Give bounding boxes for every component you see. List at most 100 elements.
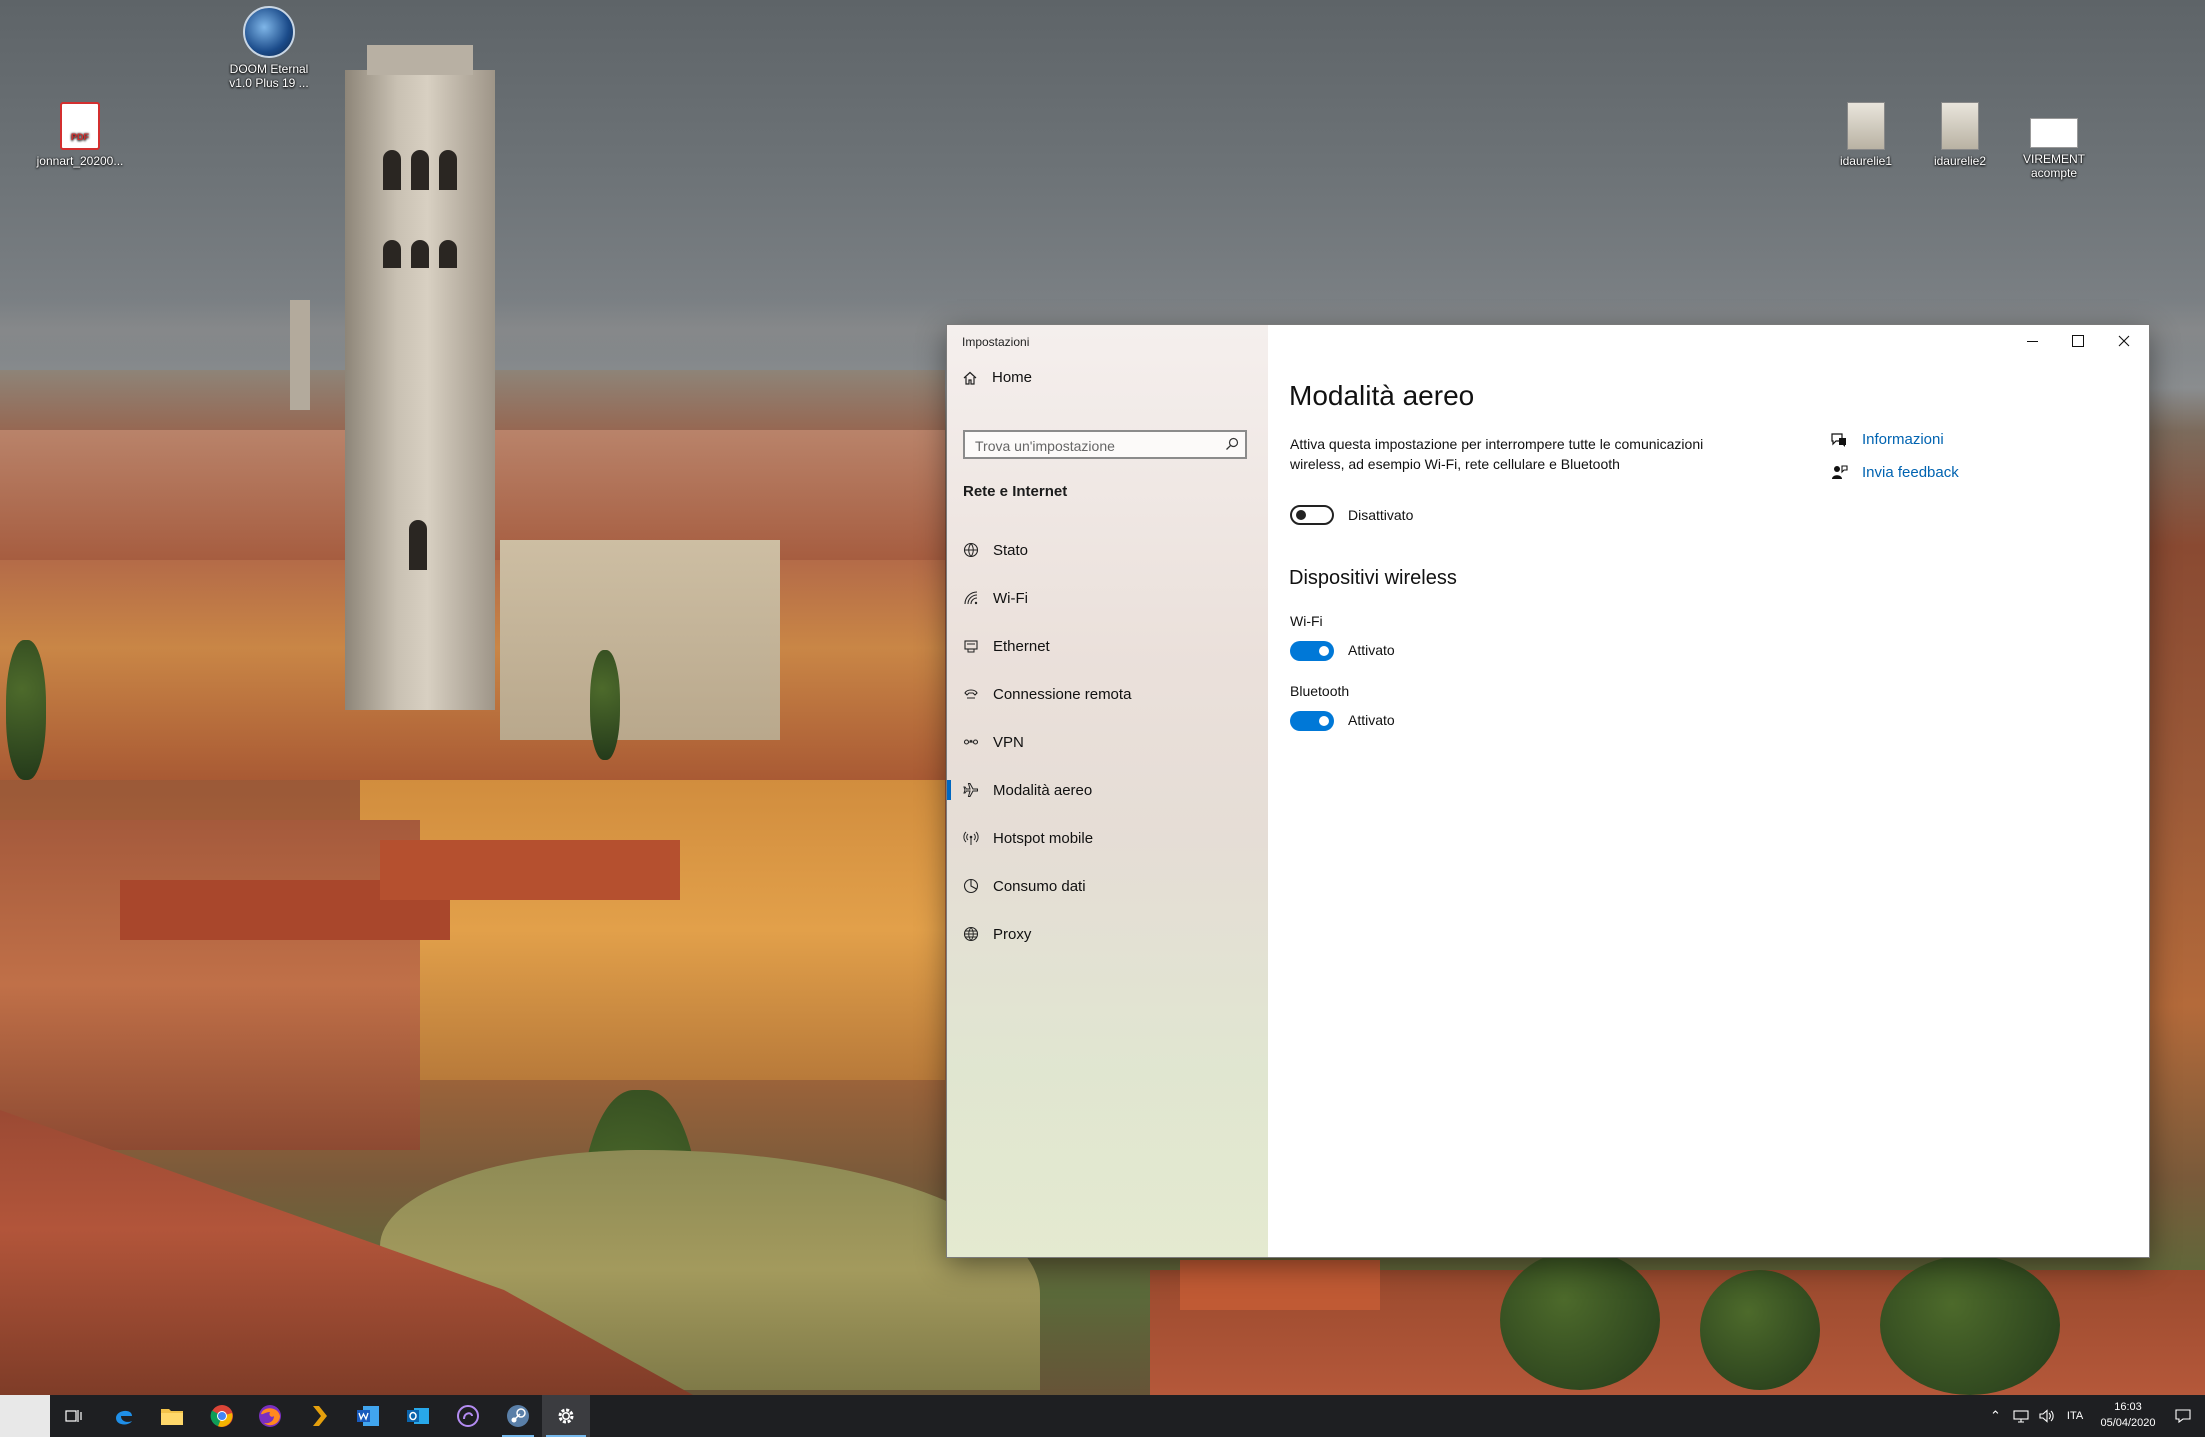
nav-item-connessione-remota[interactable]: Connessione remota — [947, 674, 1268, 714]
nav-item-label: Consumo dati — [993, 877, 1086, 895]
settings-icon — [558, 1408, 574, 1424]
airplane-toggle-label: Disattivato — [1348, 507, 1414, 523]
volume-icon[interactable] — [2039, 1409, 2055, 1423]
nav-item-label: Hotspot mobile — [993, 829, 1094, 847]
language-indicator[interactable]: ITA — [2067, 1410, 2083, 1422]
ethernet-icon — [963, 638, 979, 654]
wifi-icon — [963, 590, 979, 606]
airplane-icon — [963, 782, 979, 798]
globe-status-icon — [963, 542, 979, 558]
informazioni-label: Informazioni — [1862, 431, 1944, 448]
taskbar: ⌃ ITA 16:03 05/04/2020 — [0, 1395, 2205, 1437]
bluetooth-label: Bluetooth — [1290, 683, 1350, 699]
settings-sidebar: Impostazioni Home Rete e Internet Stato … — [947, 325, 1268, 1257]
nav-item-consumo-dati[interactable]: Consumo dati — [947, 866, 1268, 906]
word-button[interactable] — [344, 1395, 392, 1437]
airplane-mode-toggle[interactable] — [1290, 505, 1334, 525]
edge-icon — [116, 1410, 132, 1425]
firefox-button[interactable] — [246, 1395, 294, 1437]
nav-item-proxy[interactable]: Proxy — [947, 914, 1268, 954]
bluetooth-toggle[interactable] — [1290, 711, 1334, 731]
system-clock[interactable]: 16:03 05/04/2020 — [2093, 1399, 2163, 1431]
desktop-icon-label: VIREMENT acompte — [2022, 152, 2085, 180]
desktop-icon-label: DOOM Eternal v1.0 Plus 19 ... — [229, 62, 309, 90]
wireless-devices-heading: Dispositivi wireless — [1289, 567, 1457, 589]
desktop-icon-idaurelie1[interactable]: idaurelie1 — [1816, 102, 1916, 168]
nav-item-label: Stato — [993, 541, 1029, 559]
start-button[interactable] — [0, 1395, 50, 1437]
wifi-toggle-label: Attivato — [1348, 642, 1395, 658]
task-view-button[interactable] — [50, 1395, 98, 1437]
settings-content: Modalità aereo Attiva questa impostazion… — [1268, 325, 2149, 1257]
page-title: Modalità aereo — [1289, 380, 1475, 411]
file-explorer-icon — [161, 1409, 183, 1425]
nav-item-ethernet[interactable]: Ethernet — [947, 626, 1268, 666]
hotspot-icon — [963, 830, 979, 846]
chrome-icon — [210, 1405, 233, 1427]
pdf-file-icon: PDF — [60, 102, 100, 150]
nav-item-vpn[interactable]: VPN — [947, 722, 1268, 762]
desktop-icon-label: idaurelie2 — [1933, 154, 1987, 168]
image-file-icon — [1847, 102, 1885, 150]
settings-button[interactable] — [542, 1395, 590, 1437]
desktop-icon-idaurelie2[interactable]: idaurelie2 — [1910, 102, 2010, 168]
desktop-icon-label: jonnart_20200... — [36, 154, 124, 168]
toggle-knob — [1296, 510, 1306, 520]
outlook-button[interactable] — [394, 1395, 442, 1437]
file-explorer-button[interactable] — [148, 1395, 196, 1437]
chrome-button[interactable] — [198, 1395, 246, 1437]
nav-item-modalita-aereo[interactable]: Modalità aereo — [947, 770, 1268, 810]
globe-icon — [963, 926, 979, 942]
clock-date: 05/04/2020 — [2100, 1417, 2156, 1429]
plex-button[interactable] — [296, 1395, 344, 1437]
nav-item-label: VPN — [993, 733, 1024, 751]
window-title: Impostazioni — [962, 335, 1030, 349]
nav-item-label: Ethernet — [993, 637, 1050, 655]
word-icon — [357, 1406, 379, 1426]
invia-feedback-link[interactable]: Invia feedback — [1830, 456, 1959, 489]
steam-button[interactable] — [494, 1395, 542, 1437]
section-label: Rete e Internet — [963, 483, 1068, 500]
nav-item-label: Modalità aereo — [993, 781, 1093, 799]
toggle-knob — [1319, 716, 1329, 726]
app-button[interactable] — [444, 1395, 492, 1437]
search-input[interactable] — [973, 434, 1217, 457]
search-icon[interactable] — [1225, 437, 1239, 451]
outlook-icon — [407, 1408, 429, 1424]
edge-button[interactable] — [100, 1395, 148, 1437]
settings-search[interactable] — [963, 430, 1247, 459]
related-links: Informazioni Invia feedback — [1830, 423, 1959, 489]
network-icon[interactable] — [2013, 1409, 2029, 1423]
nav-home-label: Home — [992, 369, 1033, 386]
desktop-icon-doom[interactable]: DOOM Eternal v1.0 Plus 19 ... — [219, 6, 319, 90]
task-view-icon — [65, 1410, 82, 1422]
nav-item-hotspot-mobile[interactable]: Hotspot mobile — [947, 818, 1268, 858]
informazioni-link[interactable]: Informazioni — [1830, 423, 1959, 456]
tray-overflow-chevron-icon[interactable]: ⌃ — [1990, 1408, 2001, 1424]
desktop-icon-virement[interactable]: VIREMENT acompte — [2004, 106, 2104, 180]
nav-item-label: Wi-Fi — [993, 589, 1028, 607]
help-chat-icon — [1831, 432, 1846, 447]
feedback-icon — [1832, 464, 1848, 479]
nav-item-stato[interactable]: Stato — [947, 530, 1268, 570]
dialup-icon — [963, 686, 979, 702]
system-tray: ⌃ ITA — [1990, 1395, 2095, 1437]
wifi-label: Wi-Fi — [1290, 613, 1323, 629]
clock-time: 16:03 — [2114, 1401, 2142, 1413]
wifi-toggle[interactable] — [1290, 641, 1334, 661]
nav-item-wifi[interactable]: Wi-Fi — [947, 578, 1268, 618]
nav-home[interactable]: Home — [962, 369, 1032, 386]
desktop-icon-pdf[interactable]: PDF jonnart_20200... — [30, 102, 130, 168]
firefox-icon — [259, 1405, 281, 1427]
settings-window[interactable]: Impostazioni Home Rete e Internet Stato … — [947, 325, 2149, 1257]
vpn-icon — [963, 734, 979, 750]
desktop-icon-label: idaurelie1 — [1839, 154, 1893, 168]
nav-item-label: Connessione remota — [993, 685, 1132, 703]
bluetooth-toggle-label: Attivato — [1348, 712, 1395, 728]
nav-item-label: Proxy — [993, 925, 1032, 943]
data-usage-icon — [963, 878, 979, 894]
action-center-icon[interactable] — [2175, 1409, 2191, 1423]
airplane-description: Attiva questa impostazione per interromp… — [1290, 436, 1704, 472]
plex-icon — [313, 1406, 327, 1426]
home-icon — [963, 371, 977, 385]
